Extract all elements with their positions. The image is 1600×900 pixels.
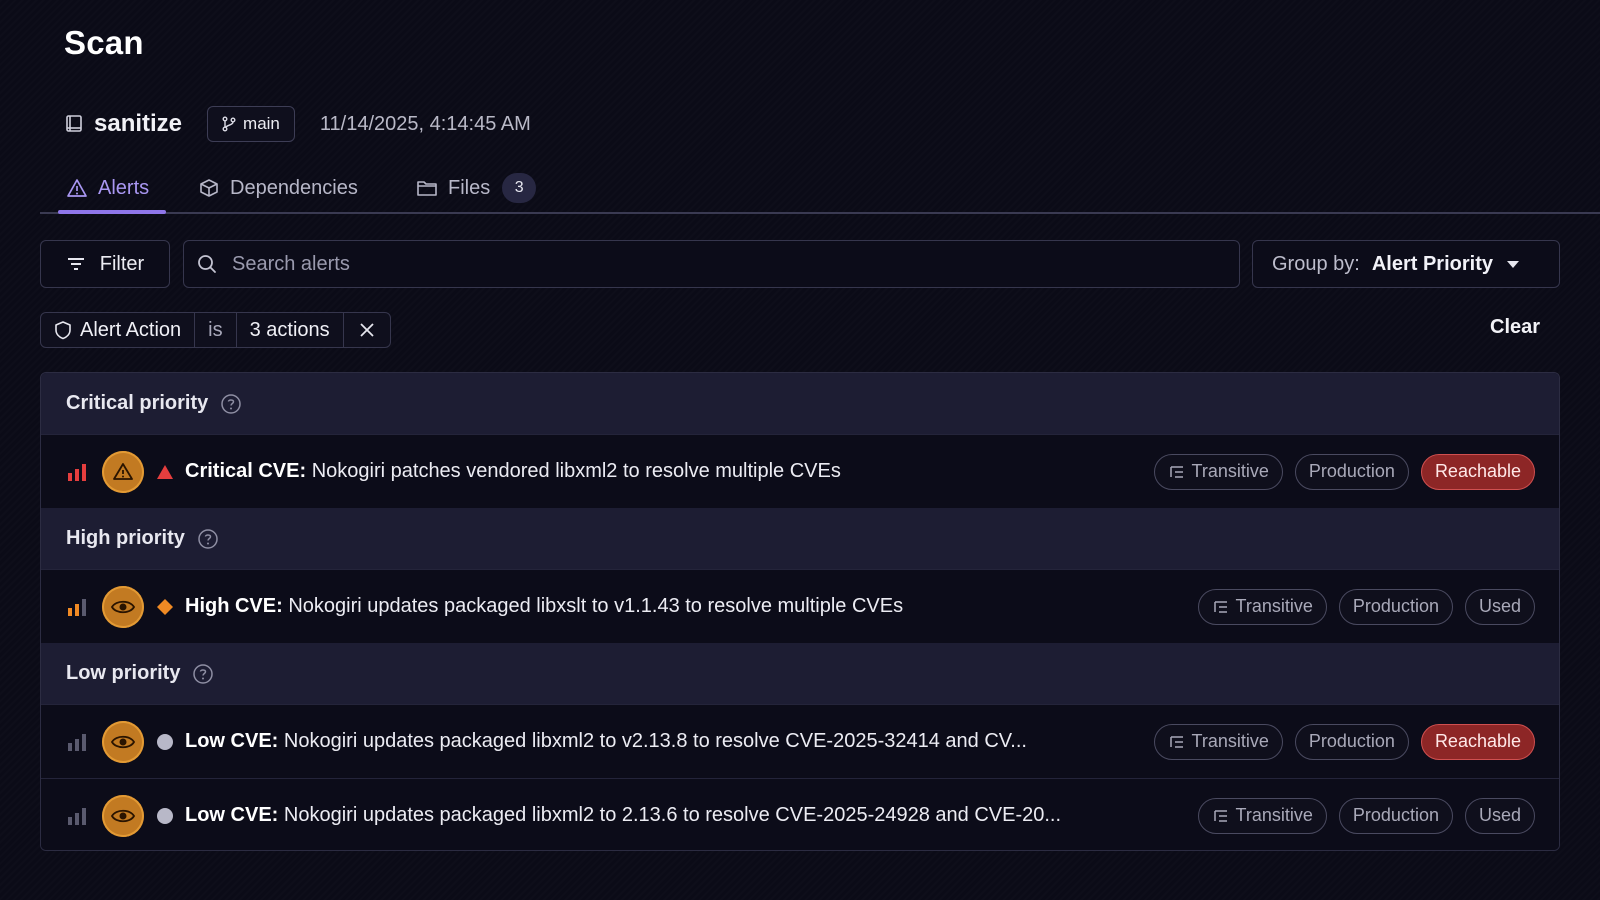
filter-field-label: Alert Action	[80, 318, 182, 341]
alert-tags: Transitive Production Used	[1197, 570, 1535, 643]
search-box[interactable]	[183, 240, 1240, 288]
help-icon[interactable]	[220, 393, 242, 415]
tab-dependencies-label: Dependencies	[230, 176, 358, 199]
signal-bars-icon	[67, 805, 89, 827]
tag-reachable: Reachable	[1420, 723, 1535, 760]
repo-book-icon	[64, 114, 84, 134]
alert-tags: Transitive Production Used	[1197, 779, 1535, 850]
tag-production: Production	[1294, 453, 1409, 490]
filter-value[interactable]: 3 actions	[237, 313, 344, 347]
alert-action-avatar	[102, 450, 144, 493]
tab-alerts-label: Alerts	[98, 176, 150, 199]
clear-filters-button[interactable]: Clear	[1490, 316, 1540, 339]
repo-name[interactable]: sanitize	[94, 110, 182, 138]
low-circle-icon	[156, 807, 174, 825]
filter-field[interactable]: Alert Action	[41, 313, 196, 347]
repo-header: sanitize main 11/14/2025, 4:14:45 AM	[64, 106, 531, 142]
search-icon	[196, 253, 218, 275]
tag-production: Production	[1338, 588, 1453, 625]
alerts-panel: Critical priority Critical CVE: Nokogiri…	[40, 372, 1560, 851]
group-by-value: Alert Priority	[1371, 252, 1493, 275]
close-icon	[358, 321, 376, 339]
tag-transitive: Transitive	[1153, 723, 1283, 760]
eye-icon	[110, 735, 136, 748]
scan-timestamp: 11/14/2025, 4:14:45 AM	[319, 112, 531, 135]
tag-transitive: Transitive	[1197, 588, 1327, 625]
group-header-critical: Critical priority	[41, 373, 1559, 434]
tag-transitive: Transitive	[1197, 797, 1327, 834]
files-count-badge: 3	[502, 173, 537, 203]
tag-reachable: Reachable	[1420, 453, 1535, 490]
active-filter-chip: Alert Action is 3 actions	[40, 312, 391, 348]
signal-bars-icon	[67, 731, 89, 753]
signal-bars-icon	[67, 461, 89, 483]
branch-label: main	[243, 114, 280, 133]
tab-dependencies[interactable]: Dependencies	[198, 162, 358, 214]
eye-icon	[110, 809, 136, 822]
tree-icon	[1212, 598, 1230, 616]
active-tab-indicator	[58, 210, 166, 214]
caret-down-icon	[1506, 260, 1519, 268]
branch-badge[interactable]: main	[207, 106, 295, 142]
eye-icon	[110, 600, 136, 613]
tag-transitive: Transitive	[1153, 453, 1283, 490]
filter-label: Filter	[99, 252, 145, 275]
low-circle-icon	[156, 733, 174, 751]
alert-action-avatar	[102, 585, 144, 628]
alert-tags: Transitive Production Reachable	[1153, 705, 1535, 778]
shield-icon	[54, 320, 72, 340]
alert-title: Low CVE: Nokogiri updates packaged libxm…	[185, 804, 1062, 826]
alert-row[interactable]: Low CVE: Nokogiri updates packaged libxm…	[41, 704, 1559, 778]
group-header-high: High priority	[41, 508, 1559, 569]
package-icon	[198, 177, 220, 199]
tag-used: Used	[1464, 588, 1535, 625]
help-icon[interactable]	[197, 528, 219, 550]
alert-action-avatar	[102, 794, 144, 837]
alert-row[interactable]: Critical CVE: Nokogiri patches vendored …	[41, 434, 1559, 508]
help-icon[interactable]	[192, 663, 214, 685]
alert-tags: Transitive Production Reachable	[1153, 435, 1535, 508]
filter-button[interactable]: Filter	[40, 240, 170, 288]
group-title: Critical priority	[66, 392, 209, 414]
tag-production: Production	[1338, 797, 1453, 834]
branch-icon	[221, 116, 237, 132]
tree-icon	[1212, 807, 1230, 825]
tab-files-label: Files	[448, 176, 491, 199]
signal-bars-icon	[67, 596, 89, 618]
alert-row[interactable]: Low CVE: Nokogiri updates packaged libxm…	[41, 778, 1559, 850]
tree-icon	[1168, 463, 1186, 481]
group-header-low: Low priority	[41, 643, 1559, 704]
alert-row[interactable]: High CVE: Nokogiri updates packaged libx…	[41, 569, 1559, 643]
high-diamond-icon	[156, 598, 174, 616]
remove-filter-button[interactable]	[344, 313, 390, 347]
group-title: Low priority	[66, 662, 181, 684]
search-input[interactable]	[232, 252, 1239, 276]
filter-icon	[66, 254, 86, 274]
alert-title: Low CVE: Nokogiri updates packaged libxm…	[185, 730, 1027, 752]
tab-alerts[interactable]: Alerts	[66, 162, 149, 214]
group-by-select[interactable]: Group by: Alert Priority	[1252, 240, 1560, 288]
filter-operator[interactable]: is	[195, 313, 237, 347]
critical-triangle-icon	[156, 463, 174, 481]
warning-triangle-icon	[66, 177, 88, 199]
tree-icon	[1168, 733, 1186, 751]
page-title: Scan	[64, 24, 144, 61]
tag-production: Production	[1294, 723, 1409, 760]
tab-files[interactable]: Files 3	[416, 162, 537, 214]
alert-title: Critical CVE: Nokogiri patches vendored …	[185, 460, 841, 482]
folder-icon	[416, 177, 438, 199]
group-title: High priority	[66, 527, 185, 549]
group-by-label: Group by:	[1272, 252, 1360, 275]
alert-title: High CVE: Nokogiri updates packaged libx…	[185, 595, 904, 617]
tag-used: Used	[1464, 797, 1535, 834]
alert-action-avatar	[102, 720, 144, 763]
tab-bar: Alerts Dependencies Files 3	[40, 162, 1600, 214]
warning-icon	[113, 462, 133, 480]
